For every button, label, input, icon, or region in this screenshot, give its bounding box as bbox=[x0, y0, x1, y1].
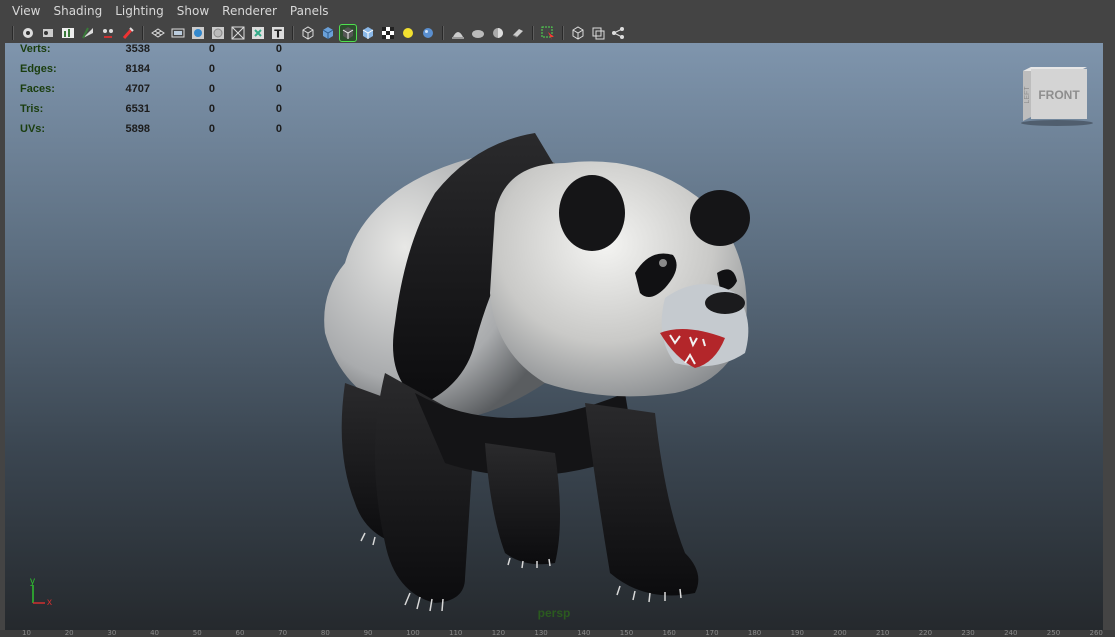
ruler-tick-label: 40 bbox=[150, 630, 160, 637]
ruler-tick-label: 200 bbox=[833, 630, 847, 637]
isolate-select-icon[interactable] bbox=[510, 25, 526, 41]
hud-value: 0 bbox=[208, 123, 215, 135]
toolbar-separator bbox=[442, 25, 444, 40]
axis-y-label: y bbox=[30, 576, 35, 587]
hud-value: 0 bbox=[275, 63, 282, 75]
view-cube[interactable]: FRONT LEFT bbox=[1017, 65, 1097, 130]
menu-view[interactable]: View bbox=[12, 4, 40, 18]
share-icon[interactable] bbox=[610, 25, 626, 41]
shadows-icon[interactable] bbox=[400, 25, 416, 41]
ruler-tick-label: 160 bbox=[662, 630, 676, 637]
ruler-tick-label: 100 bbox=[406, 630, 420, 637]
wireframe-on-shaded-icon[interactable] bbox=[339, 23, 357, 42]
ruler-tick-label: 230 bbox=[961, 630, 975, 637]
ruler-tick-label: 130 bbox=[534, 630, 548, 637]
ruler-tick-label: 250 bbox=[1046, 630, 1061, 637]
ruler-tick-label: 210 bbox=[876, 630, 890, 637]
ruler-tick-label: 170 bbox=[705, 630, 719, 637]
screen-space-ao-icon[interactable] bbox=[420, 25, 436, 41]
grease-pencil-icon[interactable] bbox=[100, 25, 116, 41]
panel-menu-bar: View Shading Lighting Show Renderer Pane… bbox=[0, 0, 1115, 22]
ruler-tick-label: 30 bbox=[107, 630, 117, 637]
safe-action-icon[interactable] bbox=[250, 25, 266, 41]
hud-value: 0 bbox=[208, 63, 215, 75]
hud-value: 5898 bbox=[125, 123, 150, 135]
hud-label: Edges: bbox=[20, 63, 57, 75]
multisample-aa-icon[interactable] bbox=[470, 25, 486, 41]
toolbar-separator bbox=[142, 25, 144, 40]
hud-label: UVs: bbox=[20, 123, 46, 135]
toolbar-separator bbox=[292, 25, 294, 40]
menu-shading[interactable]: Shading bbox=[53, 4, 102, 18]
hud-value: 0 bbox=[275, 123, 282, 135]
ruler-tick-label: 20 bbox=[64, 630, 74, 637]
ruler-tick-label: 90 bbox=[363, 630, 373, 637]
hud-value: 0 bbox=[208, 103, 215, 115]
panel-frame-right bbox=[1103, 43, 1115, 630]
use-lights-icon[interactable] bbox=[380, 25, 396, 41]
hud-value: 0 bbox=[275, 83, 282, 95]
hud-value: 0 bbox=[208, 43, 215, 55]
hud-label: Faces: bbox=[20, 83, 55, 95]
toolbar-separator bbox=[562, 25, 564, 40]
hud-label: Verts: bbox=[20, 43, 51, 55]
depth-of-field-icon[interactable] bbox=[490, 25, 506, 41]
ruler-tick-label: 110 bbox=[449, 630, 463, 637]
panel-toolbar: T bbox=[0, 22, 1115, 43]
xray-joints-icon[interactable] bbox=[590, 25, 606, 41]
ruler-tick-label: 10 bbox=[22, 630, 31, 637]
toolbar-separator bbox=[532, 25, 534, 40]
camera-select-icon[interactable] bbox=[120, 25, 136, 41]
hud-value: 3538 bbox=[125, 43, 150, 55]
xray-active-icon[interactable] bbox=[570, 25, 586, 41]
hud-value: 0 bbox=[275, 43, 282, 55]
gate-mask-icon[interactable] bbox=[210, 25, 226, 41]
field-chart-icon[interactable] bbox=[230, 25, 246, 41]
view-cube-side-label[interactable]: LEFT bbox=[1024, 86, 1031, 104]
hud-value: 0 bbox=[208, 83, 215, 95]
svg-text:T: T bbox=[274, 27, 282, 40]
3d-viewport[interactable]: Verts: 3538 0 0 Edges: 8184 0 0 Faces: 4… bbox=[5, 43, 1103, 630]
motion-blur-icon[interactable] bbox=[450, 25, 466, 41]
ruler-tick-label: 190 bbox=[790, 630, 804, 637]
hud-value: 0 bbox=[275, 103, 282, 115]
ruler-tick-label: 240 bbox=[1004, 630, 1018, 637]
ruler-tick-label: 140 bbox=[577, 630, 591, 637]
ruler-tick-label: 120 bbox=[491, 630, 506, 637]
ruler-tick-label: 80 bbox=[320, 630, 330, 637]
ruler-tick-label: 260 bbox=[1089, 630, 1103, 637]
image-plane-icon[interactable] bbox=[60, 25, 76, 41]
panda-model[interactable] bbox=[305, 123, 765, 623]
2d-pan-zoom-icon[interactable] bbox=[80, 25, 96, 41]
ruler-tick-label: 150 bbox=[619, 630, 634, 637]
ruler-tick-label: 50 bbox=[192, 630, 202, 637]
menu-show[interactable]: Show bbox=[177, 4, 209, 18]
wireframe-icon[interactable] bbox=[300, 25, 316, 41]
menu-lighting[interactable]: Lighting bbox=[115, 4, 164, 18]
time-ruler[interactable]: 10 20 30 40 50 60 70 80 90 100 110 120 130 140 150 160 1… bbox=[0, 630, 1115, 637]
camera-name-label: persp bbox=[537, 606, 571, 620]
textured-icon[interactable] bbox=[360, 25, 376, 41]
ruler-tick-label: 180 bbox=[747, 630, 762, 637]
menu-renderer[interactable]: Renderer bbox=[222, 4, 277, 18]
hud-value: 4707 bbox=[125, 83, 150, 95]
film-gate-icon[interactable] bbox=[170, 25, 186, 41]
camera-attr-icon[interactable] bbox=[20, 25, 36, 41]
bookmark-icon[interactable] bbox=[40, 25, 56, 41]
grid-icon[interactable] bbox=[150, 25, 166, 41]
xray-icon[interactable] bbox=[540, 25, 556, 41]
hud-value: 6531 bbox=[125, 103, 150, 115]
smooth-shade-icon[interactable] bbox=[320, 25, 336, 41]
ruler-tick-label: 60 bbox=[235, 630, 245, 637]
resolution-gate-icon[interactable] bbox=[190, 25, 206, 41]
view-cube-front-label[interactable]: FRONT bbox=[1038, 88, 1080, 102]
safe-title-icon[interactable]: T bbox=[270, 25, 286, 41]
hud-value: 8184 bbox=[125, 63, 150, 75]
hud-label: Tris: bbox=[20, 103, 44, 115]
menu-panels[interactable]: Panels bbox=[290, 4, 329, 18]
toolbar-separator bbox=[12, 25, 14, 40]
ruler-tick-label: 70 bbox=[278, 630, 288, 637]
ruler-tick-label: 220 bbox=[918, 630, 933, 637]
